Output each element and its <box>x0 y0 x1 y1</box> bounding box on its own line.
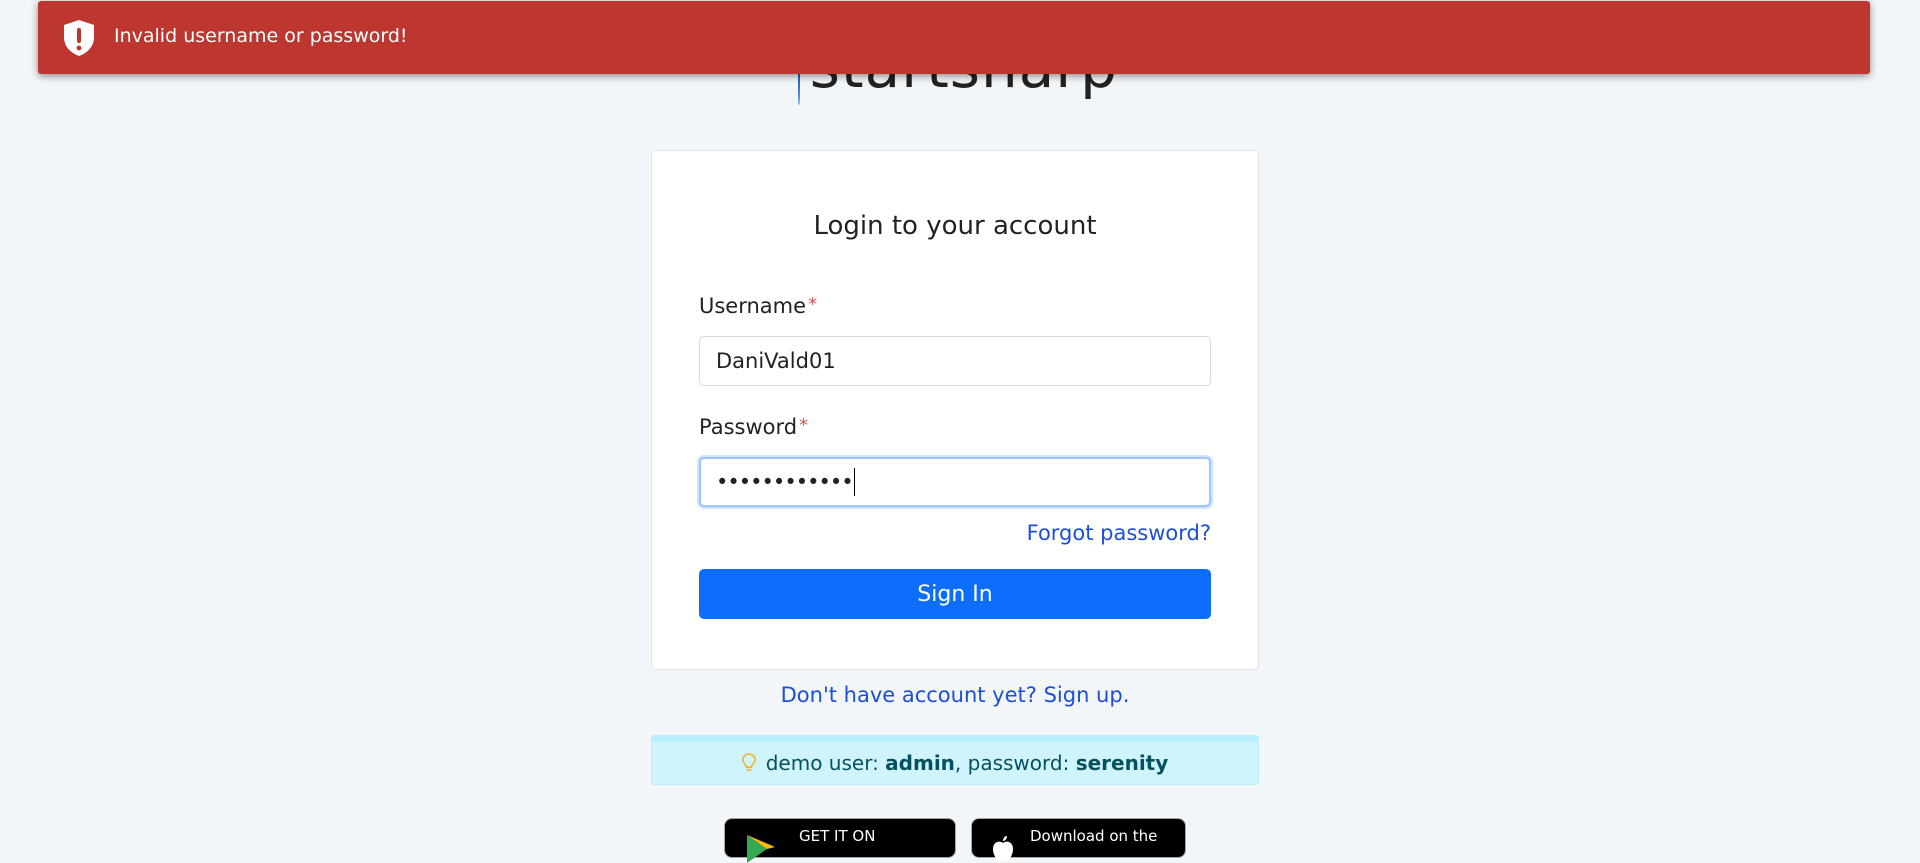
username-input[interactable]: DaniVald01 <box>699 336 1211 386</box>
required-marker: * <box>799 415 809 436</box>
google-play-icon <box>747 835 775 863</box>
sign-in-button[interactable]: Sign In <box>699 569 1211 619</box>
app-store-label: Download on the <box>1030 827 1158 845</box>
demo-mid: , password: <box>954 751 1076 775</box>
password-label: Password * <box>699 415 808 439</box>
demo-user: admin <box>885 751 955 775</box>
shield-exclamation-icon <box>64 20 94 56</box>
apple-icon <box>993 836 1013 862</box>
toast-message: Invalid username or password! <box>114 25 408 47</box>
login-card: Login to your account Username * DaniVald… <box>651 150 1259 670</box>
lightbulb-icon <box>741 753 756 771</box>
sign-up-link[interactable]: Don't have account yet? Sign up. <box>651 683 1259 707</box>
password-value: •••••••••••• <box>716 470 854 494</box>
password-input[interactable]: •••••••••••• <box>699 457 1211 507</box>
google-play-label: GET IT ON <box>799 827 876 845</box>
username-value: DaniVald01 <box>716 349 836 373</box>
demo-credentials-alert: demo user: admin, password: serenity <box>651 735 1259 785</box>
demo-password: serenity <box>1075 751 1169 775</box>
app-store-badge[interactable]: Download on the <box>971 818 1186 862</box>
username-label: Username * <box>699 294 817 318</box>
error-toast[interactable]: Invalid username or password! <box>38 1 1870 74</box>
password-label-text: Password <box>699 415 798 439</box>
google-play-badge[interactable]: GET IT ON <box>724 818 956 863</box>
demo-prefix: demo user: <box>765 751 886 775</box>
required-marker: * <box>808 294 818 315</box>
login-title: Login to your account <box>813 211 1097 241</box>
text-caret <box>853 468 855 496</box>
forgot-password-link[interactable]: Forgot password? <box>1027 521 1211 545</box>
username-label-text: Username <box>699 294 807 318</box>
